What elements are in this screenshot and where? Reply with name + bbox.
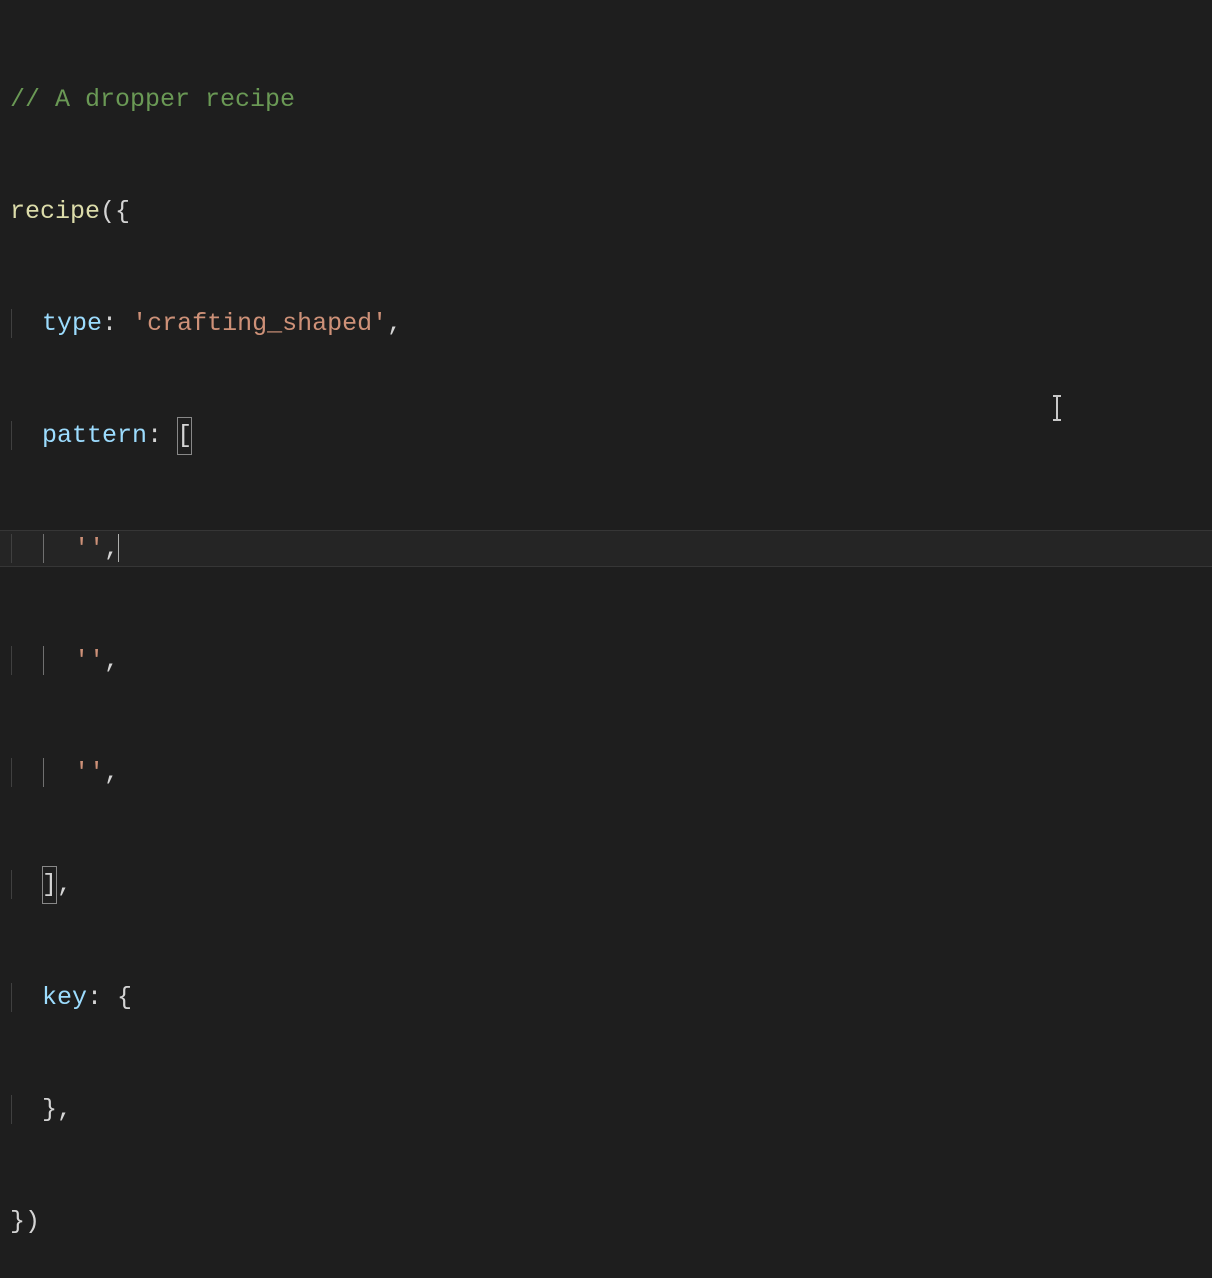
indent-guide xyxy=(11,421,27,450)
punctuation: : xyxy=(102,309,132,338)
property: key xyxy=(42,983,87,1012)
punctuation: : { xyxy=(87,983,132,1012)
indent-guide-active xyxy=(43,646,59,675)
text-cursor xyxy=(118,534,119,562)
indent-guide xyxy=(11,758,27,787)
punctuation: , xyxy=(104,758,119,787)
bracket-match: ] xyxy=(42,866,57,903)
indent-guide xyxy=(11,534,27,563)
indent-guide xyxy=(11,1095,27,1124)
code-line-active[interactable]: '', xyxy=(10,530,1212,567)
code-line[interactable]: // A dropper recipe xyxy=(10,81,1212,118)
punctuation: ({ xyxy=(100,197,130,226)
comment: // A dropper recipe xyxy=(10,85,295,114)
indent-guide xyxy=(11,983,27,1012)
punctuation: }) xyxy=(10,1207,40,1236)
indent-guide-active xyxy=(43,758,59,787)
code-line[interactable]: '', xyxy=(10,754,1212,791)
code-line[interactable]: ], xyxy=(10,866,1212,903)
punctuation: , xyxy=(104,534,119,563)
bracket-match: [ xyxy=(177,417,192,454)
punctuation: , xyxy=(104,646,119,675)
code-line[interactable]: '', xyxy=(10,642,1212,679)
punctuation: }, xyxy=(42,1095,72,1124)
indent-guide xyxy=(11,870,27,899)
string-literal: 'crafting_shaped' xyxy=(132,309,387,338)
indent-guide xyxy=(11,309,27,338)
function-name: recipe xyxy=(10,197,100,226)
string-literal: '' xyxy=(74,646,104,675)
indent-guide xyxy=(11,646,27,675)
code-line[interactable]: key: { xyxy=(10,979,1212,1016)
code-line[interactable]: type: 'crafting_shaped', xyxy=(10,305,1212,342)
i-beam-cursor-icon xyxy=(1056,397,1058,419)
string-literal: '' xyxy=(74,758,104,787)
property: pattern xyxy=(42,421,147,450)
property: type xyxy=(42,309,102,338)
code-editor[interactable]: // A dropper recipe recipe({ type: 'craf… xyxy=(0,0,1212,1278)
string-literal: '' xyxy=(74,534,104,563)
punctuation: : xyxy=(147,421,177,450)
code-line[interactable]: recipe({ xyxy=(10,193,1212,230)
code-line[interactable]: }) xyxy=(10,1203,1212,1240)
punctuation: , xyxy=(387,309,402,338)
indent-guide-active xyxy=(43,534,59,563)
punctuation: , xyxy=(57,870,72,899)
code-line[interactable]: }, xyxy=(10,1091,1212,1128)
code-line[interactable]: pattern: [ xyxy=(10,417,1212,454)
